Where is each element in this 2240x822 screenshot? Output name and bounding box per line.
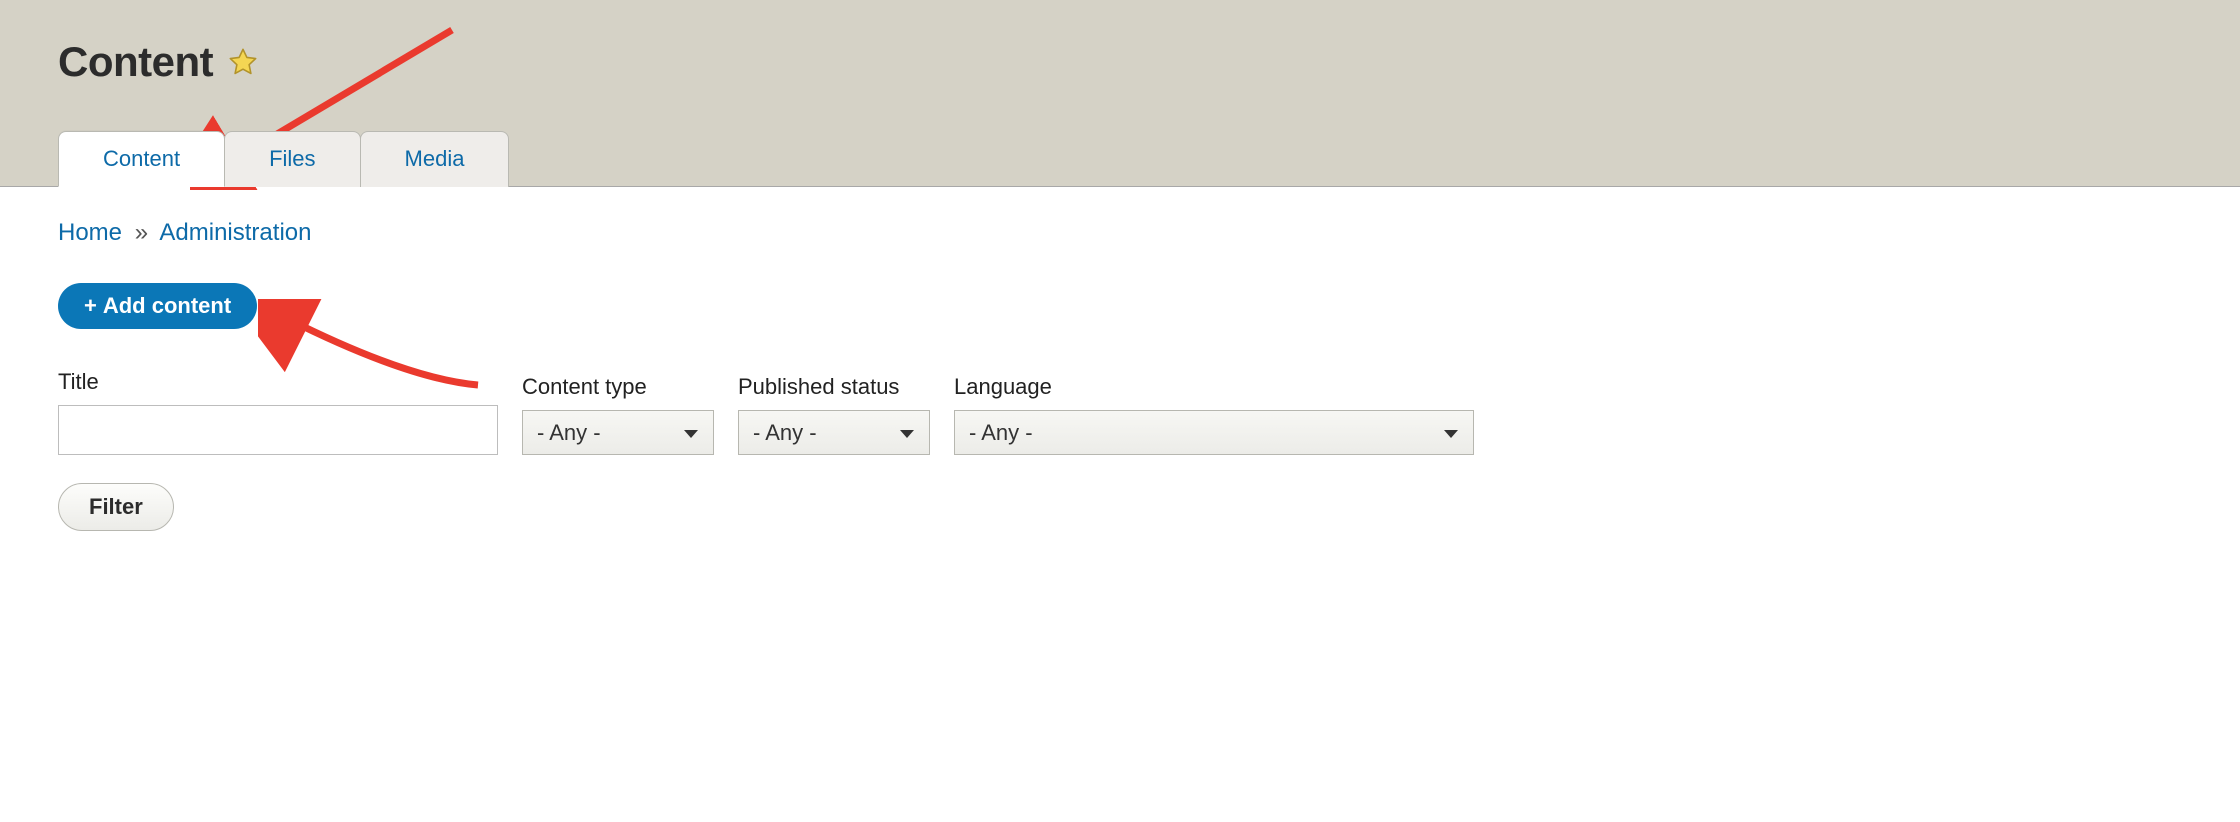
plus-icon: +: [84, 295, 97, 317]
filter-language-label: Language: [954, 374, 1474, 400]
tab-media[interactable]: Media: [360, 131, 510, 187]
tab-files[interactable]: Files: [224, 131, 360, 187]
tab-label: Media: [405, 146, 465, 171]
filter-published-status-label: Published status: [738, 374, 930, 400]
header-region: Content Content Files Media: [0, 0, 2240, 187]
tab-label: Files: [269, 146, 315, 171]
filter-content-type: Content type - Any -: [522, 374, 714, 455]
filter-title-label: Title: [58, 369, 498, 395]
star-icon[interactable]: [227, 46, 259, 78]
tab-label: Content: [103, 146, 180, 171]
chevron-down-icon: [1443, 420, 1459, 446]
published-status-value: - Any -: [753, 420, 817, 446]
chevron-down-icon: [683, 420, 699, 446]
filter-language: Language - Any -: [954, 374, 1474, 455]
breadcrumb: Home » Administration: [58, 219, 2182, 247]
page-title-row: Content: [58, 38, 2182, 86]
page-title: Content: [58, 38, 213, 86]
breadcrumb-sep: »: [135, 219, 148, 246]
tab-content[interactable]: Content: [58, 131, 225, 187]
chevron-down-icon: [899, 420, 915, 446]
filter-row: Title Content type - Any - Published sta…: [58, 369, 2182, 455]
add-content-button[interactable]: + Add content: [58, 283, 257, 329]
published-status-select[interactable]: - Any -: [738, 410, 930, 455]
content-type-select[interactable]: - Any -: [522, 410, 714, 455]
filter-title: Title: [58, 369, 498, 455]
main-content: Home » Administration + Add content Titl…: [0, 187, 2240, 571]
breadcrumb-home[interactable]: Home: [58, 219, 122, 246]
language-value: - Any -: [969, 420, 1033, 446]
filter-content-type-label: Content type: [522, 374, 714, 400]
language-select[interactable]: - Any -: [954, 410, 1474, 455]
breadcrumb-admin[interactable]: Administration: [159, 219, 311, 246]
add-content-label: Add content: [103, 293, 231, 319]
content-type-value: - Any -: [537, 420, 601, 446]
filter-button[interactable]: Filter: [58, 483, 174, 531]
title-input[interactable]: [58, 405, 498, 455]
filter-published-status: Published status - Any -: [738, 374, 930, 455]
tabs: Content Files Media: [58, 131, 2182, 187]
